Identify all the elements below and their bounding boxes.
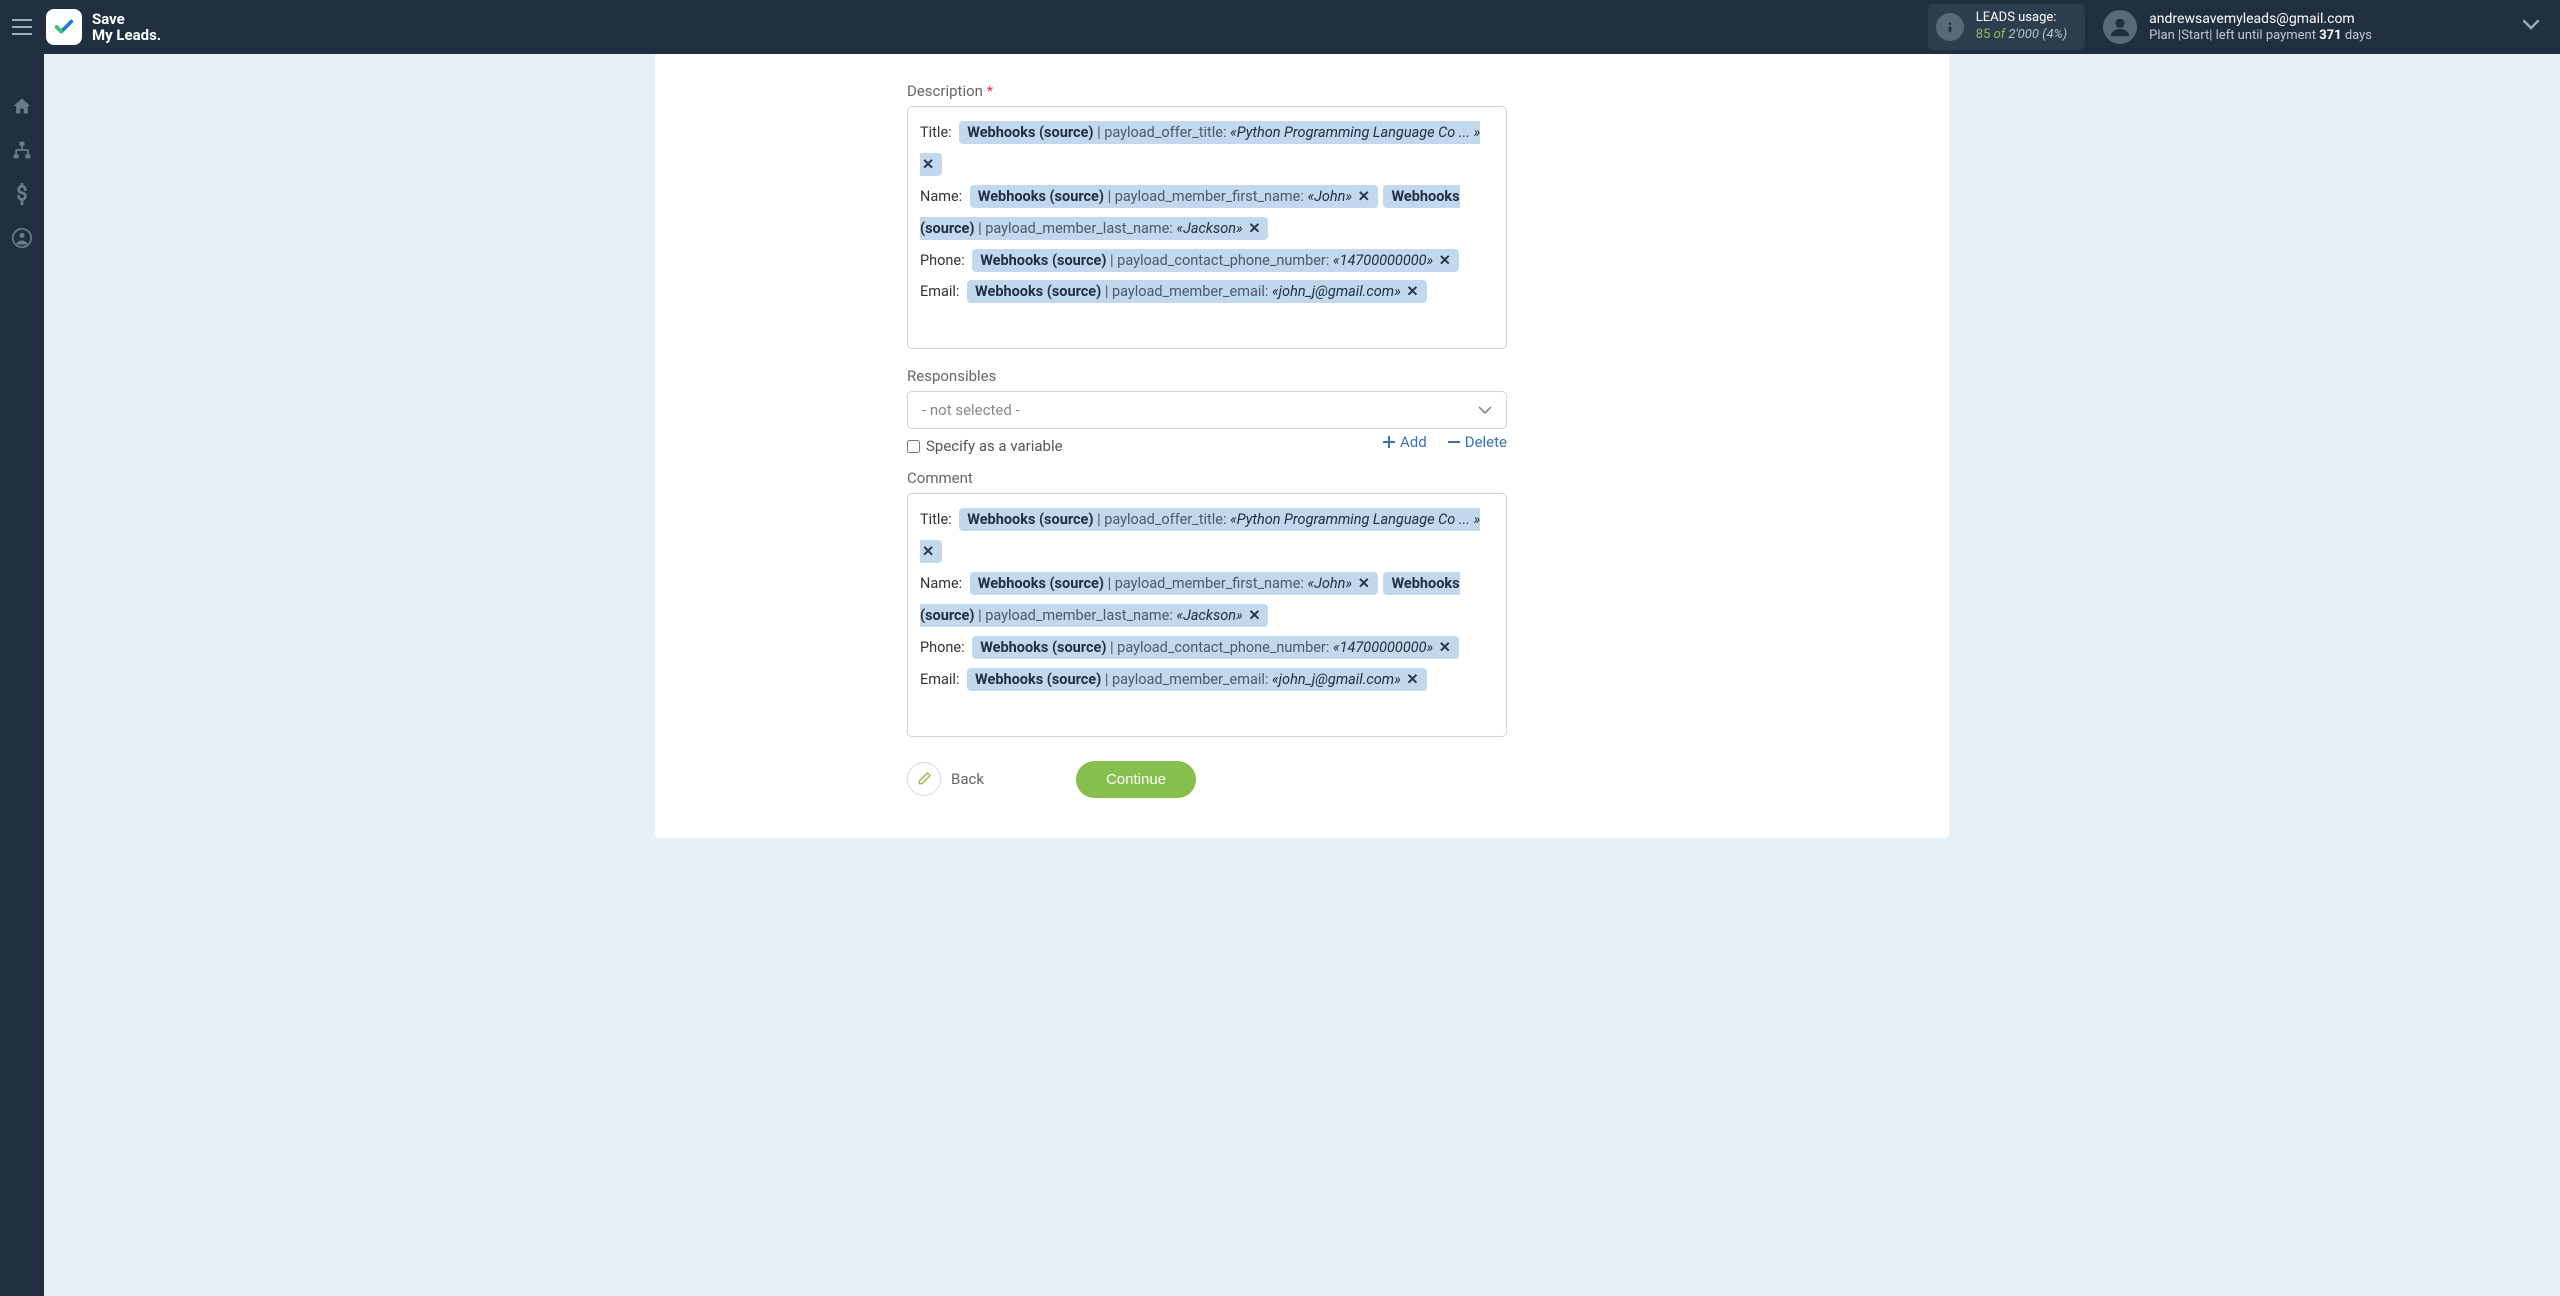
row-label: Title: <box>920 511 955 528</box>
remove-token[interactable]: ✕ <box>1248 607 1260 624</box>
comment-label: Comment <box>907 469 1507 487</box>
logo-mark <box>46 9 82 45</box>
form-panel: Description * Title: Webhooks (source) |… <box>655 54 1949 838</box>
token-email[interactable]: Webhooks (source) | payload_member_email… <box>967 280 1427 303</box>
chevron-down-icon <box>1478 406 1492 415</box>
delete-button[interactable]: Delete <box>1447 433 1507 451</box>
remove-token[interactable]: ✕ <box>922 156 934 173</box>
responsibles-select[interactable]: - not selected - <box>907 391 1507 429</box>
row-label: Email: <box>920 671 963 688</box>
continue-button[interactable]: Continue <box>1076 761 1196 798</box>
plus-icon <box>1382 435 1396 449</box>
comment-field[interactable]: Title: Webhooks (source) | payload_offer… <box>907 493 1507 736</box>
remove-token[interactable]: ✕ <box>1406 283 1418 300</box>
usage-text: LEADS usage: 85 of 2'000 (4%) <box>1976 10 2067 44</box>
specify-variable-checkbox[interactable] <box>907 440 920 453</box>
menu-button[interactable] <box>0 0 44 54</box>
remove-token[interactable]: ✕ <box>1439 639 1451 656</box>
user-icon <box>2109 16 2131 38</box>
sidebar-item-home[interactable] <box>0 84 44 128</box>
row-label: Phone: <box>920 639 968 656</box>
pencil-icon <box>916 771 932 787</box>
dollar-icon <box>15 183 29 205</box>
row-label: Email: <box>920 283 963 300</box>
user-circle-icon <box>12 228 32 248</box>
token-title[interactable]: Webhooks (source) | payload_offer_title:… <box>920 508 1480 563</box>
user-info: andrewsavemyleads@gmail.com Plan |Start|… <box>2149 11 2372 43</box>
logo-text: Save My Leads. <box>92 11 161 44</box>
token-title[interactable]: Webhooks (source) | payload_offer_title:… <box>920 121 1480 176</box>
usage-box[interactable]: LEADS usage: 85 of 2'000 (4%) <box>1928 4 2085 50</box>
user-section[interactable]: andrewsavemyleads@gmail.com Plan |Start|… <box>2103 10 2372 44</box>
add-button[interactable]: Add <box>1382 433 1427 451</box>
remove-token[interactable]: ✕ <box>1248 220 1260 237</box>
remove-token[interactable]: ✕ <box>1358 575 1370 592</box>
token-phone[interactable]: Webhooks (source) | payload_contact_phon… <box>972 249 1459 272</box>
chevron-down-icon <box>2522 19 2540 31</box>
sitemap-icon <box>12 140 32 160</box>
remove-token[interactable]: ✕ <box>922 543 934 560</box>
responsibles-label: Responsibles <box>907 367 1507 385</box>
token-firstname[interactable]: Webhooks (source) | payload_member_first… <box>970 572 1378 595</box>
info-icon <box>1936 13 1964 41</box>
avatar <box>2103 10 2137 44</box>
hamburger-icon <box>12 19 32 35</box>
sidebar-item-billing[interactable] <box>0 172 44 216</box>
row-label: Name: <box>920 575 966 592</box>
token-phone[interactable]: Webhooks (source) | payload_contact_phon… <box>972 636 1459 659</box>
row-label: Name: <box>920 188 966 205</box>
sidebar <box>0 54 44 1296</box>
sidebar-item-connections[interactable] <box>0 128 44 172</box>
main-content: Description * Title: Webhooks (source) |… <box>44 54 2560 838</box>
sidebar-item-account[interactable] <box>0 216 44 260</box>
remove-token[interactable]: ✕ <box>1439 252 1451 269</box>
description-field[interactable]: Title: Webhooks (source) | payload_offer… <box>907 106 1507 349</box>
remove-token[interactable]: ✕ <box>1358 188 1370 205</box>
app-header: Save My Leads. LEADS usage: 85 of 2'000 … <box>0 0 2560 54</box>
row-label: Title: <box>920 124 955 141</box>
home-icon <box>12 96 32 116</box>
specify-variable-label: Specify as a variable <box>926 437 1063 455</box>
back-button[interactable]: Back <box>907 762 984 796</box>
minus-icon <box>1447 435 1461 449</box>
token-firstname[interactable]: Webhooks (source) | payload_member_first… <box>970 185 1378 208</box>
description-label: Description * <box>907 82 1507 100</box>
row-label: Phone: <box>920 252 968 269</box>
remove-token[interactable]: ✕ <box>1406 671 1418 688</box>
check-icon <box>53 16 75 38</box>
token-email[interactable]: Webhooks (source) | payload_member_email… <box>967 668 1427 691</box>
logo[interactable]: Save My Leads. <box>46 9 161 45</box>
user-menu-toggle[interactable] <box>2522 19 2540 35</box>
